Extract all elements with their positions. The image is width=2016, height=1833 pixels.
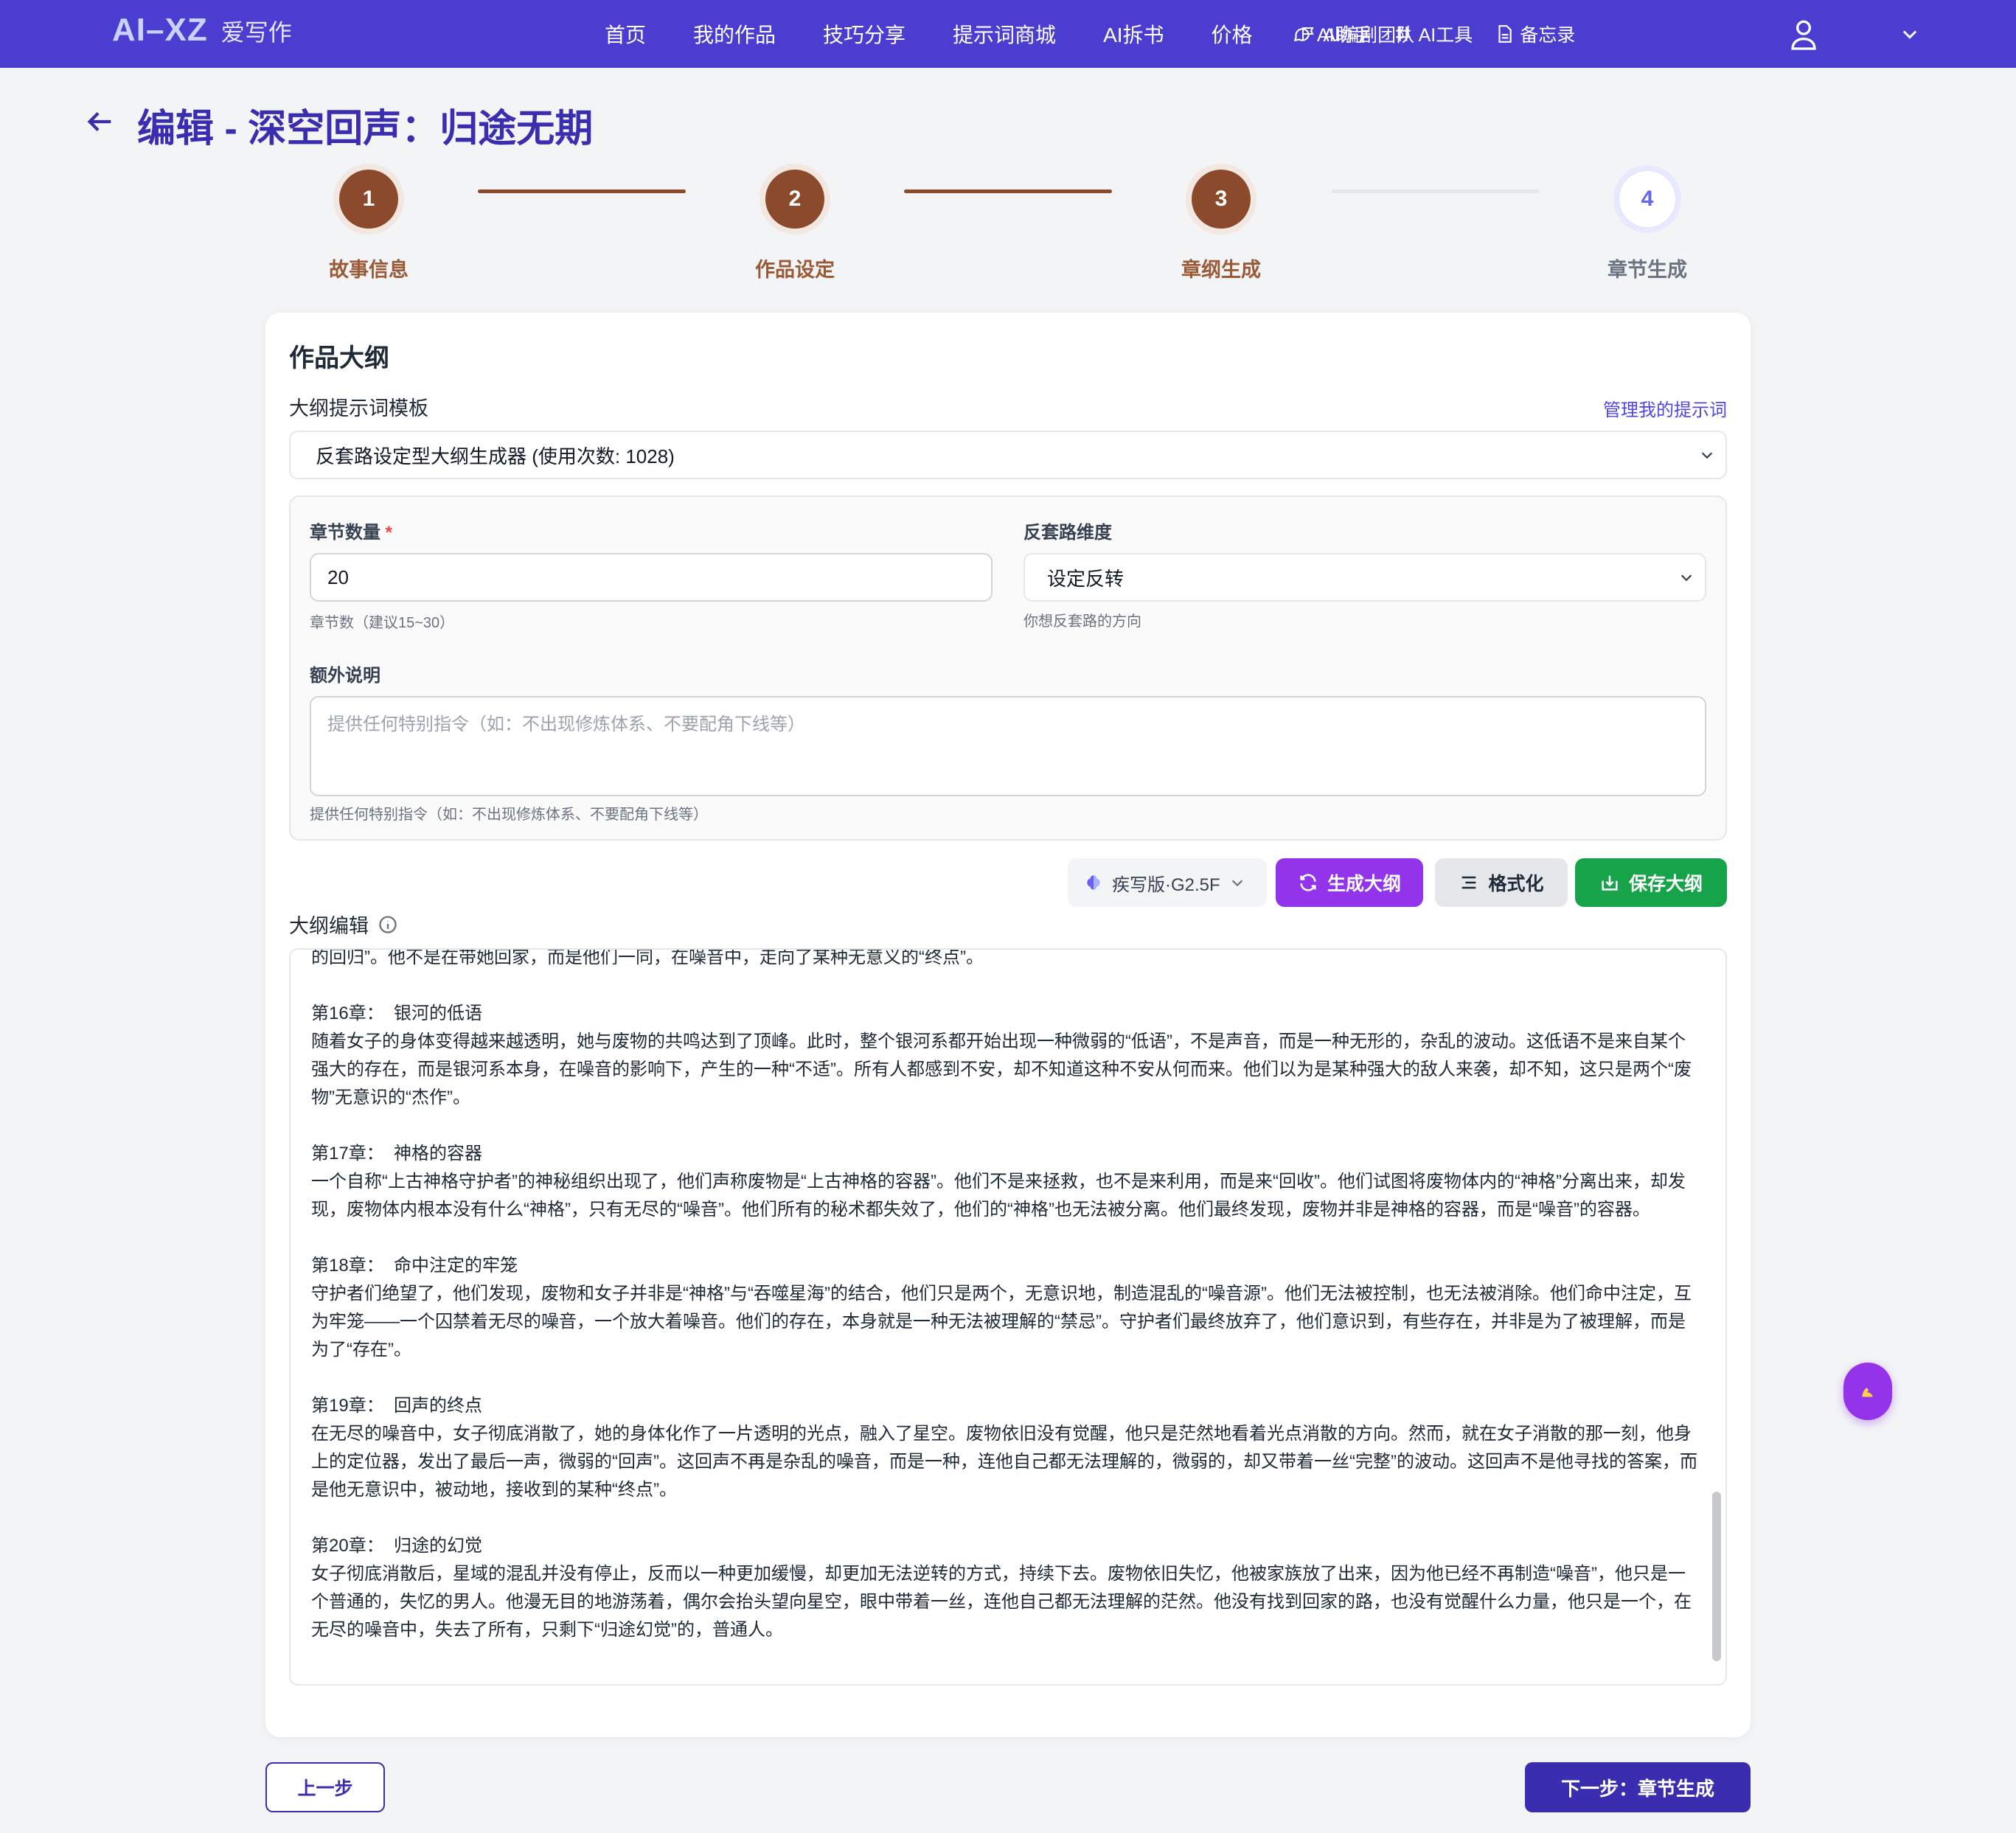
template-label: 大纲提示词模板	[289, 397, 428, 420]
document-icon	[1498, 25, 1512, 43]
template-select[interactable]: 反套路设定型大纲生成器 (使用次数: 1028)	[289, 431, 1727, 479]
step-work-settings[interactable]: 2 作品设定	[736, 170, 854, 282]
brain-icon	[1087, 875, 1100, 890]
logo-subtitle: 爱写作	[220, 19, 292, 46]
step-number: 3	[1192, 170, 1251, 229]
back-arrow-icon[interactable]	[83, 105, 117, 139]
chevron-down-icon[interactable]	[1899, 24, 1920, 44]
outline-editor-textarea[interactable]: 的回归”。他不是在带她回家，而是他们一同，在噪音中，走向了某种无意义的“终点”。…	[289, 948, 1727, 1686]
generate-outline-button[interactable]: 生成大纲	[1276, 858, 1423, 907]
grid-hash-icon	[1395, 27, 1411, 41]
nav-tool-memo-label: 备忘录	[1520, 25, 1576, 46]
anti-trope-hint: 你想反套路的方向	[1023, 613, 1141, 630]
model-selector[interactable]: 疾写版·G2.5F	[1068, 858, 1267, 907]
chat-bubble-icon	[1293, 28, 1310, 42]
outline-editor-content: 的回归”。他不是在带她回家，而是他们一同，在噪音中，走向了某种无意义的“终点”。…	[311, 948, 1697, 1640]
nav-tool-ai-tools[interactable]: AI工具	[1394, 21, 1473, 47]
anti-trope-label: 反套路维度	[1023, 523, 1112, 543]
save-outline-label: 保存大纲	[1628, 874, 1703, 894]
chapter-count-label: 章节数量 *	[310, 518, 392, 543]
model-name: 疾写版·G2.5F	[1112, 874, 1220, 895]
settings-panel: 章节数量 * 20 章节数（建议15~30） 反套路维度 设定反转 你想反套路的…	[289, 495, 1727, 841]
step-story-info[interactable]: 1 故事信息	[310, 170, 428, 282]
format-button[interactable]: 格式化	[1435, 858, 1568, 907]
chevron-down-icon	[1231, 880, 1242, 887]
outline-editor-heading: 大纲编辑	[289, 910, 398, 939]
brand-logo[interactable]: AI–XZ 爱写作	[112, 12, 292, 49]
align-lines-icon	[1462, 876, 1476, 889]
nav-link-ai-book-analysis[interactable]: AI拆书	[1103, 19, 1164, 49]
editor-scrollbar[interactable]	[1712, 1492, 1721, 1661]
chevron-down-icon	[1680, 574, 1692, 582]
top-navbar: AI–XZ 爱写作 首页 我的作品 技巧分享 提示词商城 AI拆书 价格 AI编…	[0, 0, 2016, 68]
chapter-count-value: 20	[327, 566, 349, 588]
flexed-arm-icon	[1862, 1388, 1873, 1397]
anti-trope-select[interactable]: 设定反转	[1023, 553, 1706, 602]
nav-link-my-works[interactable]: 我的作品	[693, 19, 776, 49]
outline-editor-label: 大纲编辑	[289, 915, 369, 937]
generate-outline-label: 生成大纲	[1327, 874, 1401, 894]
step-connector	[904, 189, 1112, 193]
user-profile-icon[interactable]	[1789, 18, 1818, 50]
extra-notes-textarea[interactable]: 提供任何特别指令（如：不出现修炼体系、不要配角下线等）	[310, 696, 1706, 796]
template-select-value: 反套路设定型大纲生成器 (使用次数: 1028)	[316, 445, 675, 467]
chapter-count-label-text: 章节数量	[310, 523, 380, 543]
step-outline-generation[interactable]: 3 章纲生成	[1162, 170, 1280, 282]
step-number: 2	[765, 170, 824, 229]
nav-tools: AI助手 AI工具 备忘录	[1292, 0, 1575, 68]
step-label: 作品设定	[755, 259, 835, 281]
step-number: 4	[1618, 170, 1677, 229]
format-label: 格式化	[1488, 874, 1544, 894]
nav-link-tips[interactable]: 技巧分享	[823, 19, 906, 49]
step-label: 章节生成	[1607, 259, 1687, 281]
anti-trope-select-value: 设定反转	[1047, 567, 1125, 590]
previous-step-button[interactable]: 上一步	[265, 1762, 385, 1812]
step-label: 故事信息	[329, 259, 409, 281]
next-step-button[interactable]: 下一步：章节生成	[1525, 1762, 1751, 1812]
manage-prompts-link[interactable]: 管理我的提示词	[1603, 395, 1727, 421]
chapter-count-input[interactable]: 20	[310, 553, 993, 602]
save-download-icon	[1602, 875, 1618, 891]
outline-card: 作品大纲 大纲提示词模板 管理我的提示词 反套路设定型大纲生成器 (使用次数: …	[265, 313, 1751, 1737]
chapter-count-hint: 章节数（建议15~30）	[310, 615, 455, 631]
step-label: 章纲生成	[1181, 259, 1261, 281]
step-connector	[1332, 189, 1540, 193]
info-icon[interactable]	[378, 914, 398, 935]
nav-link-prompt-store[interactable]: 提示词商城	[953, 19, 1056, 49]
logo-text: AI–XZ	[112, 12, 208, 48]
extra-notes-label: 额外说明	[310, 666, 380, 686]
nav-tool-ai-assistant[interactable]: AI助手	[1292, 21, 1372, 47]
step-connector	[478, 189, 686, 193]
nav-link-pricing[interactable]: 价格	[1212, 19, 1253, 49]
nav-link-home[interactable]: 首页	[605, 19, 646, 49]
card-title: 作品大纲	[289, 344, 389, 372]
chevron-down-icon	[1701, 452, 1713, 459]
nav-tool-memo[interactable]: 备忘录	[1495, 21, 1575, 47]
extra-notes-placeholder: 提供任何特别指令（如：不出现修炼体系、不要配角下线等）	[327, 714, 805, 734]
page-title: 编辑 - 深空回声：归途无期	[137, 108, 594, 150]
step-number: 1	[339, 170, 398, 229]
step-chapter-generation[interactable]: 4 章节生成	[1588, 170, 1706, 282]
refresh-icon	[1300, 874, 1316, 891]
save-outline-button[interactable]: 保存大纲	[1575, 858, 1727, 907]
nav-tool-ai-tools-label: AI工具	[1418, 25, 1473, 46]
nav-tool-ai-assistant-label: AI助手	[1317, 25, 1372, 46]
extra-notes-hint: 提供任何特别指令（如：不出现修炼体系、不要配角下线等）	[310, 807, 708, 823]
required-mark: *	[385, 523, 393, 543]
floating-assistant-button[interactable]	[1843, 1363, 1892, 1420]
